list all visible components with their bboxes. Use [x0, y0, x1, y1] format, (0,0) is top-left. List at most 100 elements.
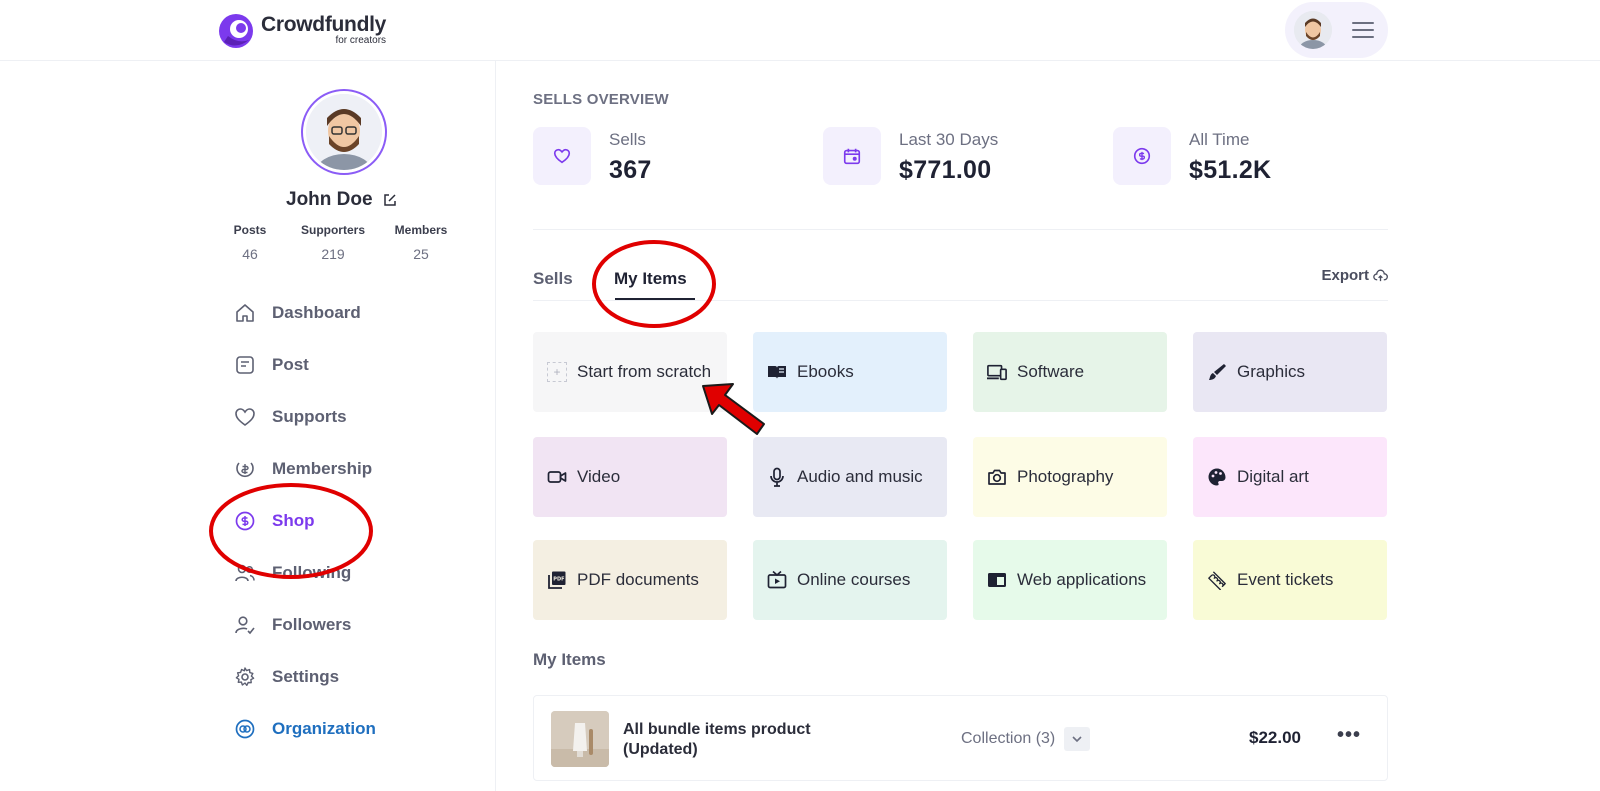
sidebar-item-shop[interactable]: Shop	[234, 506, 434, 536]
category-label: Start from scratch	[577, 362, 712, 381]
kpi-all-time: All Time $51.2K	[1113, 127, 1271, 185]
camera-icon	[988, 469, 1006, 485]
hamburger-menu-icon[interactable]	[1352, 22, 1374, 38]
sidebar-item-post[interactable]: Post	[234, 350, 434, 380]
brand-logo[interactable]: Crowdfundly for creators	[216, 10, 386, 50]
category-digital-art[interactable]: Digital art	[1193, 437, 1387, 517]
category-online-courses[interactable]: Online courses	[753, 540, 947, 620]
sidebar-item-supports[interactable]: Supports	[234, 402, 434, 432]
collection-dropdown-button[interactable]	[1064, 727, 1091, 751]
user-check-icon	[235, 616, 255, 635]
home-icon	[236, 304, 254, 322]
collection-select[interactable]: Collection (3)	[961, 727, 1091, 751]
category-web-applications[interactable]: Web applications	[973, 540, 1167, 620]
brand-name: Crowdfundly	[261, 13, 387, 36]
brand-tagline: for creators	[335, 35, 387, 46]
category-label: Audio and music	[797, 467, 923, 486]
tv-icon	[767, 570, 787, 589]
sidebar-item-label: Organization	[272, 719, 376, 738]
tab-sells[interactable]: Sells	[533, 269, 573, 289]
active-tab-indicator	[615, 298, 695, 300]
logo-mark-icon	[219, 14, 253, 48]
category-video[interactable]: Video	[533, 437, 727, 517]
cloud-upload-icon	[1373, 269, 1388, 282]
sidebar-item-settings[interactable]: Settings	[234, 662, 434, 692]
sidebar-item-organization[interactable]: Organization	[234, 714, 434, 744]
calendar-icon	[843, 148, 861, 165]
more-options-icon[interactable]: •••	[1337, 724, 1361, 747]
product-thumbnail	[551, 711, 609, 767]
stat-label: Members	[394, 223, 448, 237]
profile-name-row: John Doe	[286, 189, 397, 211]
category-pdf-documents[interactable]: PDF PDF documents	[533, 540, 727, 620]
web-app-icon	[988, 573, 1006, 587]
category-audio-and-music[interactable]: Audio and music	[753, 437, 947, 517]
tab-my-items[interactable]: My Items	[614, 269, 687, 289]
sidebar-item-label: Dashboard	[272, 303, 361, 322]
product-price: $22.00	[1249, 728, 1301, 747]
kpi-label: Last 30 Days	[899, 130, 999, 149]
brush-icon	[1209, 364, 1226, 380]
tabs-bar: Sells My Items Export	[533, 259, 1388, 301]
pdf-icon: PDF	[548, 571, 566, 589]
category-label: Video	[577, 467, 621, 486]
devices-icon	[987, 364, 1007, 381]
table-row[interactable]: All bundle items product (Updated) Colle…	[533, 695, 1388, 781]
membership-icon	[236, 462, 254, 478]
top-header: Crowdfundly for creators	[0, 0, 1600, 61]
category-label: Graphics	[1237, 362, 1306, 381]
dollar-circle-icon	[235, 511, 255, 531]
kpi-value: 367	[609, 156, 652, 184]
category-label: Online courses	[797, 570, 911, 589]
collection-label: Collection (3)	[961, 730, 1056, 747]
kpi-sells: Sells 367	[533, 127, 652, 185]
dollar-circle-icon	[1133, 147, 1151, 165]
category-label: Event tickets	[1237, 570, 1334, 589]
sidebar-item-label: Post	[272, 355, 309, 374]
stat-value: 219	[321, 246, 345, 262]
sidebar-item-label: Membership	[272, 459, 373, 478]
heart-icon	[235, 408, 255, 426]
category-label: Digital art	[1237, 467, 1309, 486]
organization-icon	[235, 719, 255, 739]
gear-icon	[235, 667, 255, 686]
heart-icon	[553, 148, 571, 164]
sidebar-item-following[interactable]: Following	[234, 558, 434, 588]
sidebar-item-followers[interactable]: Followers	[234, 610, 434, 640]
edit-icon[interactable]	[383, 193, 397, 207]
category-software[interactable]: Software	[973, 332, 1167, 412]
section-title: SELLS OVERVIEW	[533, 91, 669, 108]
category-graphics[interactable]: Graphics	[1193, 332, 1387, 412]
category-ebooks[interactable]: Ebooks	[753, 332, 947, 412]
stat-value: 46	[242, 246, 258, 262]
book-icon	[768, 366, 786, 379]
profile-avatar[interactable]	[301, 89, 387, 175]
kpi-label: All Time	[1189, 130, 1250, 149]
product-name[interactable]: All bundle items product (Updated)	[623, 720, 873, 760]
category-photography[interactable]: Photography	[973, 437, 1167, 517]
stat-label: Supporters	[300, 223, 365, 237]
category-label: Web applications	[1017, 570, 1147, 589]
kpi-value: $51.2K	[1189, 156, 1272, 184]
sidebar-item-membership[interactable]: Membership	[234, 454, 434, 484]
export-label: Export	[1321, 267, 1369, 284]
my-items-heading: My Items	[533, 650, 606, 669]
stat-posts: Posts 46	[205, 223, 295, 262]
user-menu[interactable]	[1285, 2, 1388, 58]
users-icon	[235, 564, 255, 582]
sidebar: John Doe Posts 46 Supporters 219 Members…	[0, 61, 496, 791]
category-event-tickets[interactable]: Event tickets	[1193, 540, 1387, 620]
video-icon	[547, 471, 567, 483]
sells-overview: Sells 367 Last 30 Days $771.00 All Time …	[533, 127, 1388, 187]
export-button[interactable]: Export	[1321, 267, 1388, 284]
sidebar-item-label: Following	[272, 563, 352, 582]
category-label: Software	[1017, 362, 1085, 381]
category-label: Ebooks	[797, 362, 854, 381]
category-start-from-scratch[interactable]: + Start from scratch	[533, 332, 727, 412]
header-avatar[interactable]	[1294, 11, 1332, 49]
sidebar-item-dashboard[interactable]: Dashboard	[234, 298, 434, 328]
post-icon	[236, 356, 254, 374]
kpi-label: Sells	[609, 130, 646, 149]
sidebar-item-label: Settings	[272, 667, 340, 686]
kpi-last-30-days: Last 30 Days $771.00	[823, 127, 998, 185]
